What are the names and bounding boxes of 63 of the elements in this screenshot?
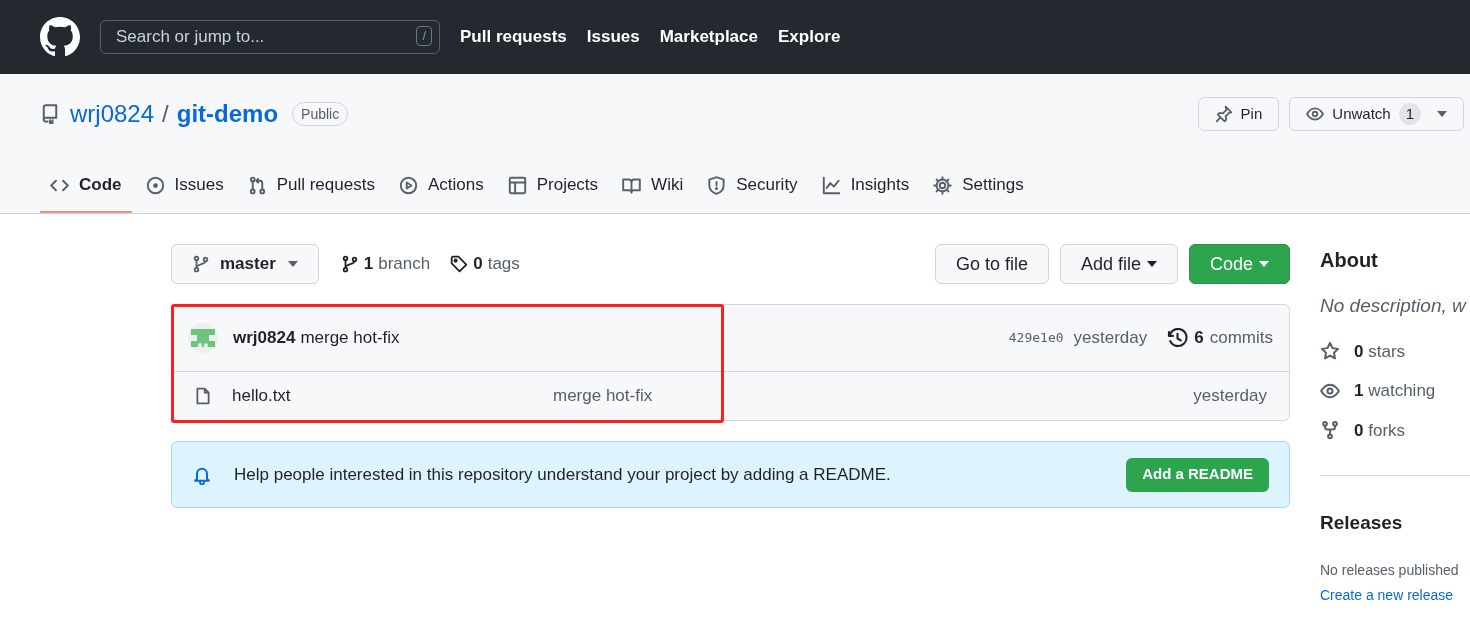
pin-button[interactable]: Pin	[1197, 97, 1280, 131]
caret-icon	[1437, 111, 1447, 117]
counter-badge: 1	[1398, 103, 1421, 125]
commits-link[interactable]: 6 commits	[1167, 325, 1273, 351]
repo-tab[interactable]: Insights	[811, 159, 920, 213]
branches-link[interactable]: 1 branch	[340, 251, 431, 277]
gear-icon	[933, 175, 953, 195]
branch-icon	[340, 255, 359, 273]
file-time: yesterday	[1193, 385, 1267, 408]
stat-link[interactable]: 0 forks	[1320, 417, 1470, 443]
repo-icon	[40, 104, 60, 124]
repo-tab[interactable]: Code	[40, 159, 132, 213]
file-commit-message[interactable]: merge hot-fix	[553, 383, 653, 409]
branch-icon	[192, 255, 210, 273]
star-icon	[1320, 341, 1340, 362]
repo-tab[interactable]: Actions	[388, 159, 494, 213]
commit-message[interactable]: merge hot-fix	[300, 325, 400, 351]
avatar-identicon	[188, 323, 218, 353]
pull-request-icon	[247, 175, 267, 195]
file-name-link[interactable]: hello.txt	[232, 383, 553, 409]
nav-link[interactable]: Pull requests	[460, 24, 567, 50]
fork-icon	[1320, 420, 1340, 441]
toolbar-button[interactable]: Add file	[1059, 244, 1178, 284]
toolbar-button[interactable]: Go to file	[934, 244, 1049, 284]
watch-button[interactable]: Unwatch 1	[1289, 97, 1464, 131]
eye-icon	[1306, 105, 1325, 123]
path-separator: /	[162, 99, 169, 129]
history-icon	[1167, 327, 1189, 349]
stat-link[interactable]: 0 stars	[1320, 338, 1470, 364]
repo-tab[interactable]: Settings	[923, 159, 1034, 213]
logo-icon[interactable]	[40, 17, 80, 57]
repo-tab[interactable]: Issues	[135, 159, 234, 213]
tag-icon	[450, 255, 469, 273]
create-release-link[interactable]: Create a new release	[1320, 584, 1470, 606]
table-icon	[507, 175, 527, 195]
nav-link[interactable]: Marketplace	[659, 24, 758, 50]
commit-hash[interactable]: 429e1e0	[1008, 328, 1064, 348]
commit-author[interactable]: wrj0824	[233, 325, 296, 351]
tags-link[interactable]: 0 tags	[450, 251, 520, 277]
shield-icon	[707, 175, 727, 195]
file-icon	[194, 387, 212, 405]
nav-link[interactable]: Issues	[586, 24, 640, 50]
stat-link[interactable]: 1 watching	[1320, 378, 1470, 404]
about-heading: About	[1320, 248, 1379, 273]
play-circle-icon	[398, 175, 418, 195]
pin-icon	[1214, 105, 1233, 123]
nav-link[interactable]: Explore	[778, 24, 841, 50]
repo-name-link[interactable]: git-demo	[176, 96, 279, 132]
readme-message: Help people interested in this repository understand your project by adding a README.	[234, 463, 891, 486]
repo-tab[interactable]: Wiki	[612, 159, 694, 213]
repo-description: No description, w	[1320, 294, 1468, 318]
repo-tab[interactable]: Projects	[497, 159, 609, 213]
repo-owner-link[interactable]: wrj0824	[70, 96, 155, 132]
branch-select[interactable]: master	[171, 244, 319, 284]
repo-tab[interactable]: Pull requests	[237, 159, 385, 213]
commit-time: yesterday	[1073, 327, 1148, 350]
caret-icon	[287, 261, 298, 267]
releases-heading: Releases	[1320, 511, 1404, 535]
shortcut-key: /	[416, 26, 432, 46]
circle-dot-icon	[145, 175, 165, 195]
releases-text: No releases published	[1320, 560, 1460, 580]
repo-tab[interactable]: Security	[697, 159, 808, 213]
line-graph-icon	[821, 175, 841, 195]
